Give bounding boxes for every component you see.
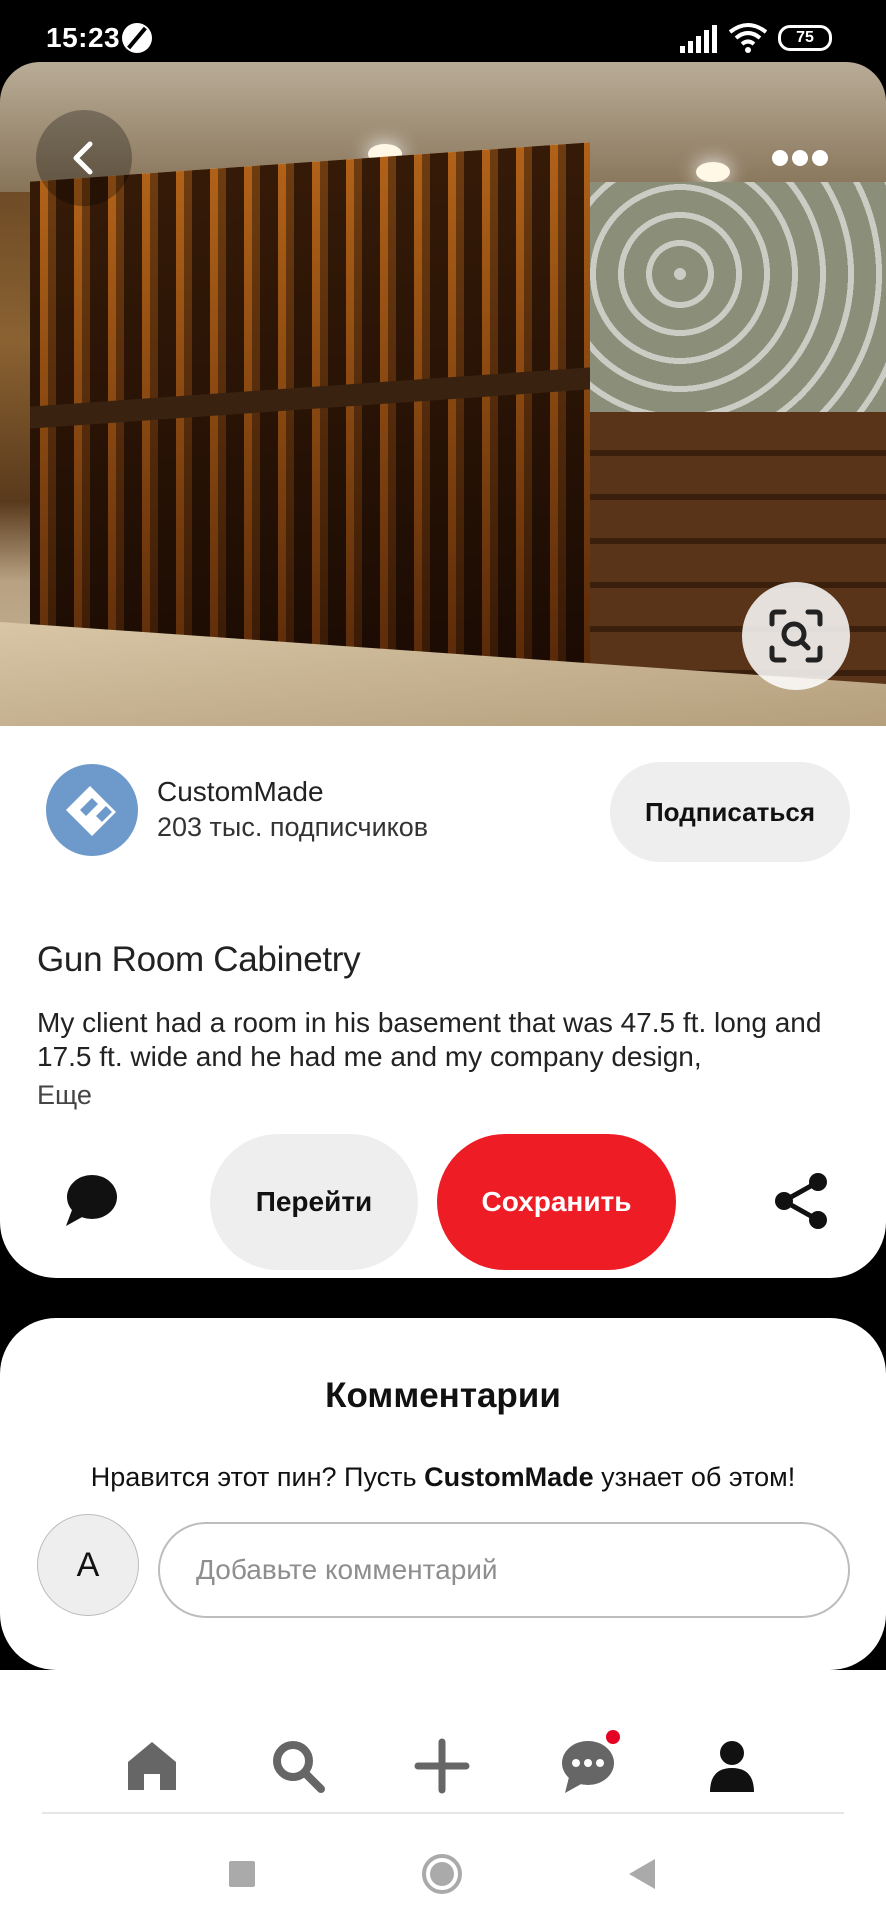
signal-icon	[680, 25, 717, 53]
comments-prompt-author: CustomMade	[424, 1462, 594, 1492]
nav-divider	[42, 1812, 844, 1814]
show-more-link[interactable]: Еще	[37, 1080, 92, 1111]
wifi-icon	[728, 23, 768, 53]
visual-search-button[interactable]	[742, 582, 850, 690]
battery-indicator: 75	[778, 25, 832, 51]
back-system-button[interactable]	[612, 1844, 672, 1904]
subscribe-button[interactable]: Подписаться	[610, 762, 850, 862]
chat-icon	[562, 1741, 614, 1793]
home-icon	[128, 1742, 176, 1790]
save-button[interactable]: Сохранить	[437, 1134, 676, 1270]
circle-icon	[422, 1854, 462, 1894]
lens-search-icon	[769, 609, 823, 663]
home-system-button[interactable]	[412, 1844, 472, 1904]
triangle-back-icon	[629, 1859, 655, 1889]
status-time: 15:23	[46, 22, 121, 53]
comment-icon[interactable]	[62, 1172, 118, 1228]
nav-create[interactable]	[406, 1730, 478, 1802]
share-icon[interactable]	[772, 1172, 830, 1230]
square-icon	[229, 1861, 255, 1887]
plus-icon	[414, 1738, 470, 1794]
author-avatar[interactable]	[46, 764, 138, 856]
nav-home[interactable]	[116, 1730, 188, 1802]
chevron-left-icon	[73, 141, 93, 175]
pin-title: Gun Room Cabinetry	[37, 940, 361, 979]
nav-profile[interactable]	[696, 1730, 768, 1802]
author-name[interactable]: CustomMade	[157, 776, 324, 808]
comments-title: Комментарии	[325, 1376, 561, 1415]
do-not-disturb-icon	[122, 23, 152, 53]
notification-dot	[606, 1730, 620, 1744]
nav-search[interactable]	[262, 1730, 334, 1802]
ellipsis-icon	[772, 150, 828, 166]
custommade-logo-icon	[66, 786, 116, 836]
comments-prompt-before: Нравится этот пин? Пусть	[90, 1462, 425, 1492]
image-display-wall	[590, 182, 886, 412]
image-ceiling-light	[696, 162, 730, 182]
bottom-area	[0, 1670, 886, 1920]
comments-prompt-after: узнает об этом!	[593, 1462, 796, 1492]
search-icon	[273, 1741, 325, 1793]
pin-image[interactable]	[0, 62, 886, 728]
pin-details-card: CustomMade 203 тыс. подписчиков Подписат…	[0, 726, 886, 1278]
comments-prompt: Нравится этот пин? Пусть CustomMade узна…	[0, 1462, 886, 1493]
pin-description: My client had a room in his basement tha…	[37, 1007, 822, 1072]
profile-icon	[710, 1741, 754, 1792]
status-bar: 15:23 75	[0, 0, 886, 70]
comment-input[interactable]	[158, 1522, 850, 1618]
more-options-button[interactable]	[752, 110, 848, 206]
user-avatar[interactable]: A	[37, 1514, 139, 1616]
recent-apps-button[interactable]	[212, 1844, 272, 1904]
back-button[interactable]	[36, 110, 132, 206]
visit-button[interactable]: Перейти	[210, 1134, 418, 1270]
comments-section: Комментарии Нравится этот пин? Пусть Cus…	[0, 1318, 886, 1670]
nav-messages[interactable]	[552, 1730, 624, 1802]
author-followers: 203 тыс. подписчиков	[157, 812, 429, 842]
